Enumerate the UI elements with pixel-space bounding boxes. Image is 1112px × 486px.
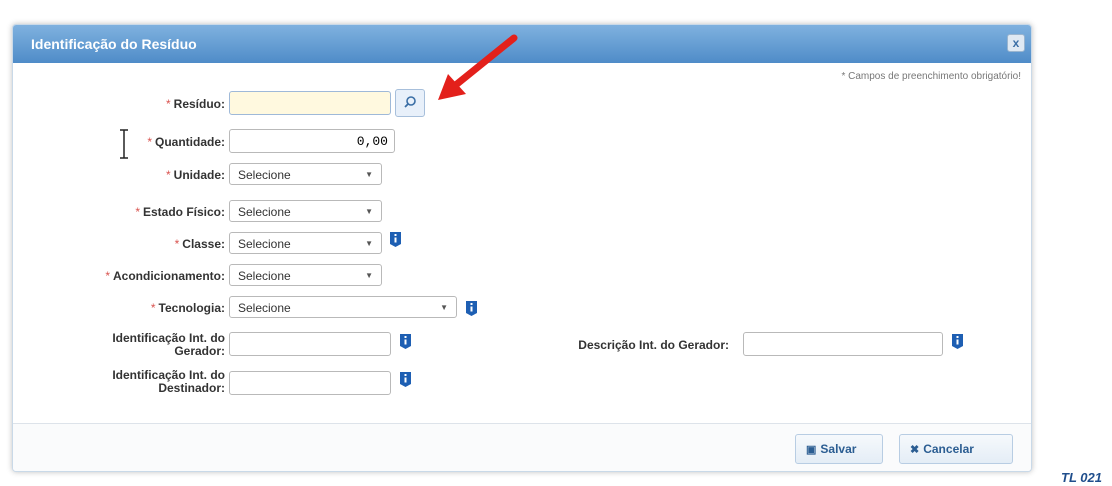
required-note: * Campos de preenchimento obrigatório!	[841, 71, 1021, 82]
quantidade-label: * Quantidade:	[147, 135, 225, 149]
tecnologia-select[interactable]: Selecione ▼	[229, 296, 457, 318]
estado-fisico-label: * Estado Físico:	[135, 205, 225, 219]
chevron-down-icon: ▼	[365, 271, 373, 280]
info-icon[interactable]	[399, 333, 412, 350]
classe-select[interactable]: Selecione ▼	[229, 232, 382, 254]
estado-fisico-select[interactable]: Selecione ▼	[229, 200, 382, 222]
chevron-down-icon: ▼	[365, 170, 373, 179]
dialog-title: Identificação do Resíduo	[31, 36, 197, 52]
required-mark: *	[150, 301, 156, 315]
info-icon[interactable]	[951, 333, 964, 350]
acondicionamento-label: * Acondicionamento:	[105, 269, 225, 283]
search-button[interactable]	[395, 89, 425, 117]
id-destinador-input[interactable]	[229, 371, 391, 395]
cancel-button[interactable]: ✖ Cancelar	[899, 434, 1013, 464]
unidade-label: * Unidade:	[165, 168, 225, 182]
info-icon[interactable]	[399, 371, 412, 388]
close-icon: x	[1012, 36, 1020, 50]
acondicionamento-selected: Selecione	[238, 269, 291, 283]
required-mark: *	[165, 168, 171, 182]
cancel-icon: ✖	[910, 444, 920, 456]
required-mark: *	[174, 237, 180, 251]
id-destinador-label: Identificação Int. do Destinador:	[112, 368, 225, 395]
classe-label: * Classe:	[174, 237, 225, 251]
id-gerador-label: Identificação Int. do Gerador:	[112, 331, 225, 358]
required-mark: *	[105, 269, 110, 283]
residuo-input[interactable]	[229, 91, 391, 115]
text-cursor-icon	[120, 129, 128, 159]
id-gerador-input[interactable]	[229, 332, 391, 356]
chevron-down-icon: ▼	[440, 303, 448, 312]
unidade-selected: Selecione	[238, 168, 291, 182]
classe-selected: Selecione	[238, 237, 291, 251]
dialog-footer: ▣ Salvar ✖ Cancelar	[13, 423, 1031, 471]
save-button[interactable]: ▣ Salvar	[795, 434, 883, 464]
estado-fisico-selected: Selecione	[238, 205, 291, 219]
chevron-down-icon: ▼	[365, 207, 373, 216]
search-icon	[404, 96, 416, 108]
descricao-gerador-input[interactable]	[743, 332, 943, 356]
quantidade-input[interactable]	[229, 129, 395, 153]
required-mark: *	[165, 97, 171, 111]
annotation-arrow-icon	[438, 34, 518, 100]
annotation-tag: TL 021	[1061, 470, 1102, 485]
residuo-label: * Resíduo:	[165, 97, 225, 111]
chevron-down-icon: ▼	[365, 239, 373, 248]
acondicionamento-select[interactable]: Selecione ▼	[229, 264, 382, 286]
info-icon[interactable]	[389, 231, 402, 248]
close-button[interactable]: x	[1007, 34, 1025, 52]
required-mark: *	[147, 135, 152, 149]
save-icon: ▣	[806, 444, 817, 456]
info-icon[interactable]	[465, 300, 478, 317]
unidade-select[interactable]: Selecione ▼	[229, 163, 382, 185]
descricao-gerador-label: Descrição Int. do Gerador:	[578, 338, 729, 352]
required-mark: *	[135, 205, 140, 219]
tecnologia-label: * Tecnologia:	[150, 301, 225, 315]
tecnologia-selected: Selecione	[238, 301, 291, 315]
